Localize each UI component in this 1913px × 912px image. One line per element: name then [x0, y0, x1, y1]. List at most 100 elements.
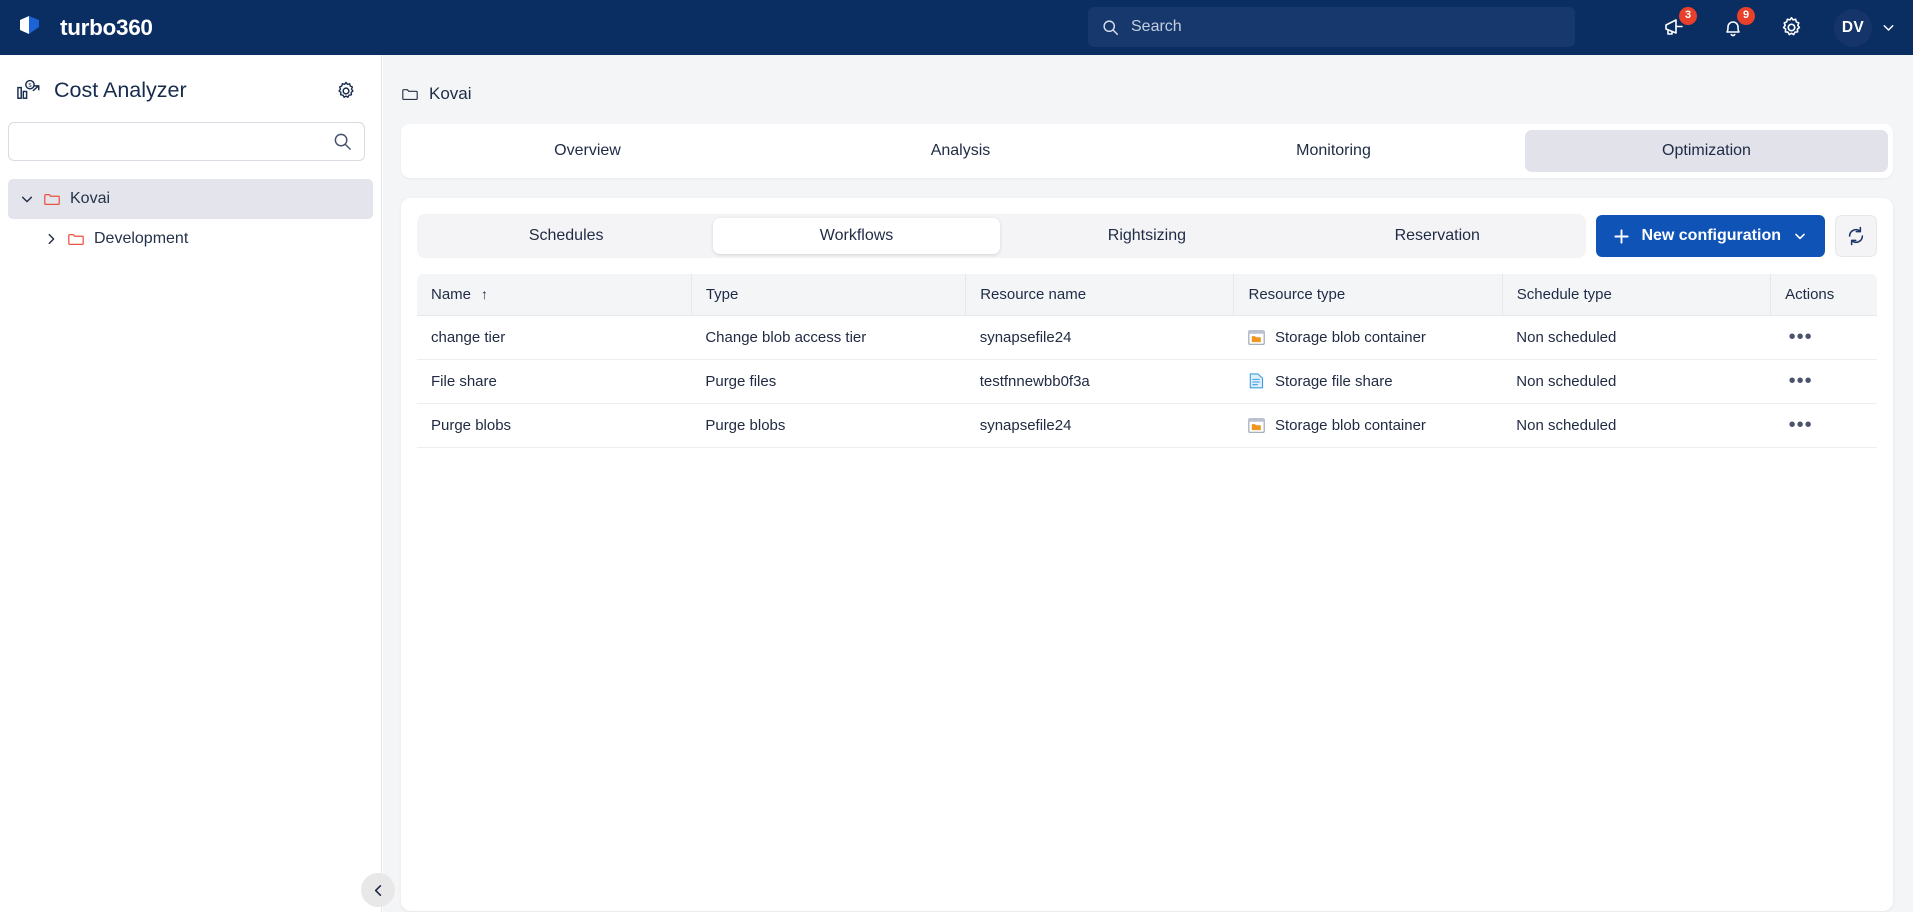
sidebar-item-development[interactable]: Development	[8, 219, 373, 259]
cost-analyzer-icon: $	[17, 79, 40, 99]
secondary-tabs: Schedules Workflows Rightsizing Reservat…	[417, 214, 1587, 258]
turbo360-logo-icon	[20, 15, 39, 34]
folder-icon	[402, 89, 418, 100]
chevron-down-icon	[1795, 233, 1805, 240]
cell-resource-type-label: Storage blob container	[1274, 328, 1426, 346]
storage-file-share-icon	[1249, 373, 1264, 389]
table-row[interactable]: Purge blobs Purge blobs synapsefile24 St…	[417, 403, 1877, 448]
cell-resource-name: synapsefile24	[965, 403, 1234, 448]
column-header-name[interactable]: Name ↑	[417, 274, 692, 316]
breadcrumb: Kovai	[383, 55, 1913, 104]
global-search[interactable]	[1088, 7, 1575, 47]
sidebar-item-label: Kovai	[70, 190, 111, 207]
search-icon	[1103, 19, 1119, 35]
settings-button[interactable]	[1776, 13, 1806, 43]
new-configuration-button[interactable]: New configuration	[1596, 215, 1825, 257]
announcements-button[interactable]: 3	[1660, 6, 1697, 43]
subtab-reservation[interactable]: Reservation	[1294, 218, 1580, 254]
cell-type: Change blob access tier	[691, 315, 966, 360]
cell-schedule-type: Non scheduled	[1502, 359, 1771, 404]
panel-toolbar: Schedules Workflows Rightsizing Reservat…	[417, 214, 1877, 258]
search-input[interactable]	[1129, 17, 1561, 37]
row-actions-button[interactable]: •••	[1785, 371, 1817, 391]
tab-analysis[interactable]: Analysis	[779, 130, 1142, 172]
cell-schedule-type: Non scheduled	[1502, 315, 1771, 360]
search-icon	[334, 133, 351, 150]
cell-resource-name: synapsefile24	[965, 315, 1234, 360]
tab-optimization[interactable]: Optimization	[1525, 130, 1888, 172]
cell-resource-type-label: Storage file share	[1274, 372, 1393, 390]
topbar-actions: 3 9 DV	[1660, 0, 1897, 55]
cell-resource-type: Storage file share	[1233, 359, 1503, 404]
cell-actions: •••	[1770, 315, 1877, 360]
subtab-rightsizing[interactable]: Rightsizing	[1004, 218, 1290, 254]
main-content: Kovai Overview Analysis Monitoring Optim…	[383, 55, 1913, 912]
primary-tabs: Overview Analysis Monitoring Optimizatio…	[401, 124, 1893, 178]
table-row[interactable]: change tier Change blob access tier syna…	[417, 315, 1877, 360]
sidebar-search-input[interactable]	[23, 132, 325, 151]
column-header-resource-type[interactable]: Resource type	[1233, 274, 1503, 316]
collapse-sidebar-button[interactable]	[361, 873, 395, 907]
cell-type: Purge blobs	[691, 403, 966, 448]
subtab-schedules[interactable]: Schedules	[423, 218, 709, 254]
cell-name: Purge blobs	[417, 403, 692, 448]
cell-actions: •••	[1770, 359, 1877, 404]
announcements-badge: 3	[1679, 6, 1697, 25]
sidebar: $ Cost Analyzer Kovai Development	[0, 55, 382, 912]
cell-type: Purge files	[691, 359, 966, 404]
table-body: change tier Change blob access tier syna…	[417, 315, 1877, 448]
table-header-row: Name ↑ Type Resource name Resource type S…	[417, 274, 1877, 316]
sort-ascending-icon[interactable]: ↑	[481, 286, 488, 302]
sidebar-settings-icon[interactable]	[335, 80, 357, 102]
column-header-type[interactable]: Type	[691, 274, 967, 316]
column-header-name-label: Name	[431, 285, 472, 303]
cell-resource-type: Storage blob container	[1233, 315, 1503, 360]
workflows-table: Name ↑ Type Resource name Resource type S…	[417, 274, 1877, 448]
notifications-button[interactable]: 9	[1718, 6, 1755, 43]
subtab-workflows[interactable]: Workflows	[713, 218, 1000, 254]
row-actions-button[interactable]: •••	[1785, 415, 1817, 435]
refresh-button[interactable]	[1835, 215, 1877, 257]
new-configuration-label: New configuration	[1641, 227, 1781, 244]
sidebar-item-label: Development	[94, 230, 189, 247]
cell-resource-type: Storage blob container	[1233, 403, 1503, 448]
cell-resource-name: testfnnewbb0f3a	[965, 359, 1234, 404]
sidebar-search[interactable]	[8, 122, 365, 161]
resource-tree: Kovai Development	[0, 179, 381, 259]
tab-monitoring[interactable]: Monitoring	[1152, 130, 1515, 172]
refresh-icon	[1848, 226, 1864, 246]
breadcrumb-label: Kovai	[429, 84, 472, 103]
cell-resource-type-label: Storage blob container	[1274, 416, 1426, 434]
cell-actions: •••	[1770, 403, 1877, 448]
sidebar-item-kovai[interactable]: Kovai	[8, 179, 373, 219]
column-header-actions: Actions	[1770, 274, 1877, 316]
table-header: Name ↑ Type Resource name Resource type S…	[417, 274, 1877, 316]
chevron-down-icon	[1883, 25, 1894, 31]
gear-icon	[1782, 16, 1800, 36]
column-header-resource-name[interactable]: Resource name	[965, 274, 1235, 316]
table-row[interactable]: File share Purge files testfnnewbb0f3a S…	[417, 359, 1877, 404]
notifications-badge: 9	[1737, 6, 1755, 25]
cell-name: change tier	[417, 315, 692, 360]
user-menu[interactable]: DV	[1834, 8, 1897, 47]
storage-blob-container-icon	[1248, 329, 1265, 345]
chevron-right-icon[interactable]	[44, 232, 58, 246]
optimization-panel: Schedules Workflows Rightsizing Reservat…	[401, 198, 1893, 911]
cell-name: File share	[417, 359, 692, 404]
chevron-left-icon	[374, 884, 381, 896]
folder-icon	[68, 234, 84, 246]
storage-blob-container-icon	[1248, 417, 1265, 433]
plus-icon	[1614, 228, 1630, 244]
tab-overview[interactable]: Overview	[406, 130, 769, 172]
column-header-schedule-type[interactable]: Schedule type	[1502, 274, 1772, 316]
row-actions-button[interactable]: •••	[1785, 327, 1817, 347]
brand-logo[interactable]: turbo360	[17, 13, 153, 43]
cell-schedule-type: Non scheduled	[1502, 403, 1771, 448]
top-navigation-bar: turbo360 3 9	[0, 0, 1913, 55]
folder-icon	[44, 194, 60, 206]
avatar: DV	[1834, 8, 1872, 47]
chevron-down-icon[interactable]	[20, 192, 34, 206]
sidebar-header: $ Cost Analyzer	[0, 55, 381, 104]
brand-name: turbo360	[60, 14, 153, 40]
sidebar-title: Cost Analyzer	[54, 78, 187, 102]
